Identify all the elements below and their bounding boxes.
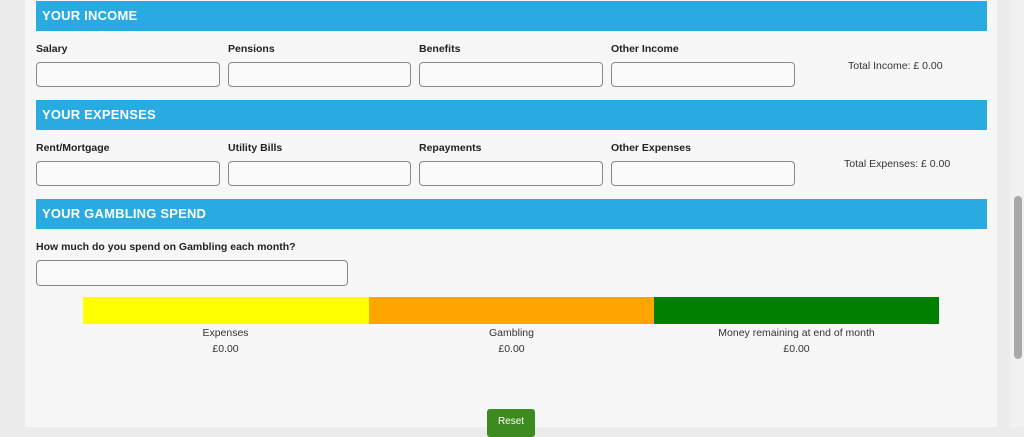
rent-mortgage-input[interactable]: [36, 161, 220, 186]
reset-button[interactable]: Reset: [487, 409, 535, 437]
expenses-bar-segment: [83, 297, 369, 324]
salary-input[interactable]: [36, 62, 220, 87]
total-expenses: Total Expenses: £ 0.00: [844, 158, 951, 170]
remaining-amount: £0.00: [783, 343, 810, 355]
expenses-amount: £0.00: [212, 343, 239, 355]
remaining-bar-segment: [654, 297, 939, 324]
benefits-label: Benefits: [419, 43, 461, 55]
repayments-label: Repayments: [419, 142, 482, 154]
gambling-caption: Gambling: [489, 327, 534, 339]
gambling-spend-input[interactable]: [36, 260, 348, 286]
pensions-input[interactable]: [228, 62, 411, 87]
utility-bills-label: Utility Bills: [228, 142, 283, 154]
gambling-section-header: YOUR GAMBLING SPEND: [36, 199, 987, 229]
expenses-section-header: YOUR EXPENSES: [36, 100, 987, 130]
income-section-header: YOUR INCOME: [36, 1, 987, 31]
gambling-bar-segment: [369, 297, 654, 324]
utility-bills-input[interactable]: [228, 161, 411, 186]
other-expenses-input[interactable]: [611, 161, 795, 186]
repayments-input[interactable]: [419, 161, 603, 186]
gambling-question-label: How much do you spend on Gambling each m…: [36, 241, 296, 253]
other-income-input[interactable]: [611, 62, 795, 87]
salary-label: Salary: [36, 43, 68, 55]
rent-mortgage-label: Rent/Mortgage: [36, 142, 110, 154]
other-income-label: Other Income: [611, 43, 679, 55]
benefits-input[interactable]: [419, 62, 603, 87]
expenses-caption: Expenses: [202, 327, 249, 339]
remaining-caption: Money remaining at end of month: [718, 327, 875, 339]
scrollbar-thumb[interactable]: [1014, 196, 1022, 359]
pensions-label: Pensions: [228, 43, 275, 55]
other-expenses-label: Other Expenses: [611, 142, 691, 154]
total-income: Total Income: £ 0.00: [848, 60, 943, 72]
gambling-amount: £0.00: [498, 343, 525, 355]
